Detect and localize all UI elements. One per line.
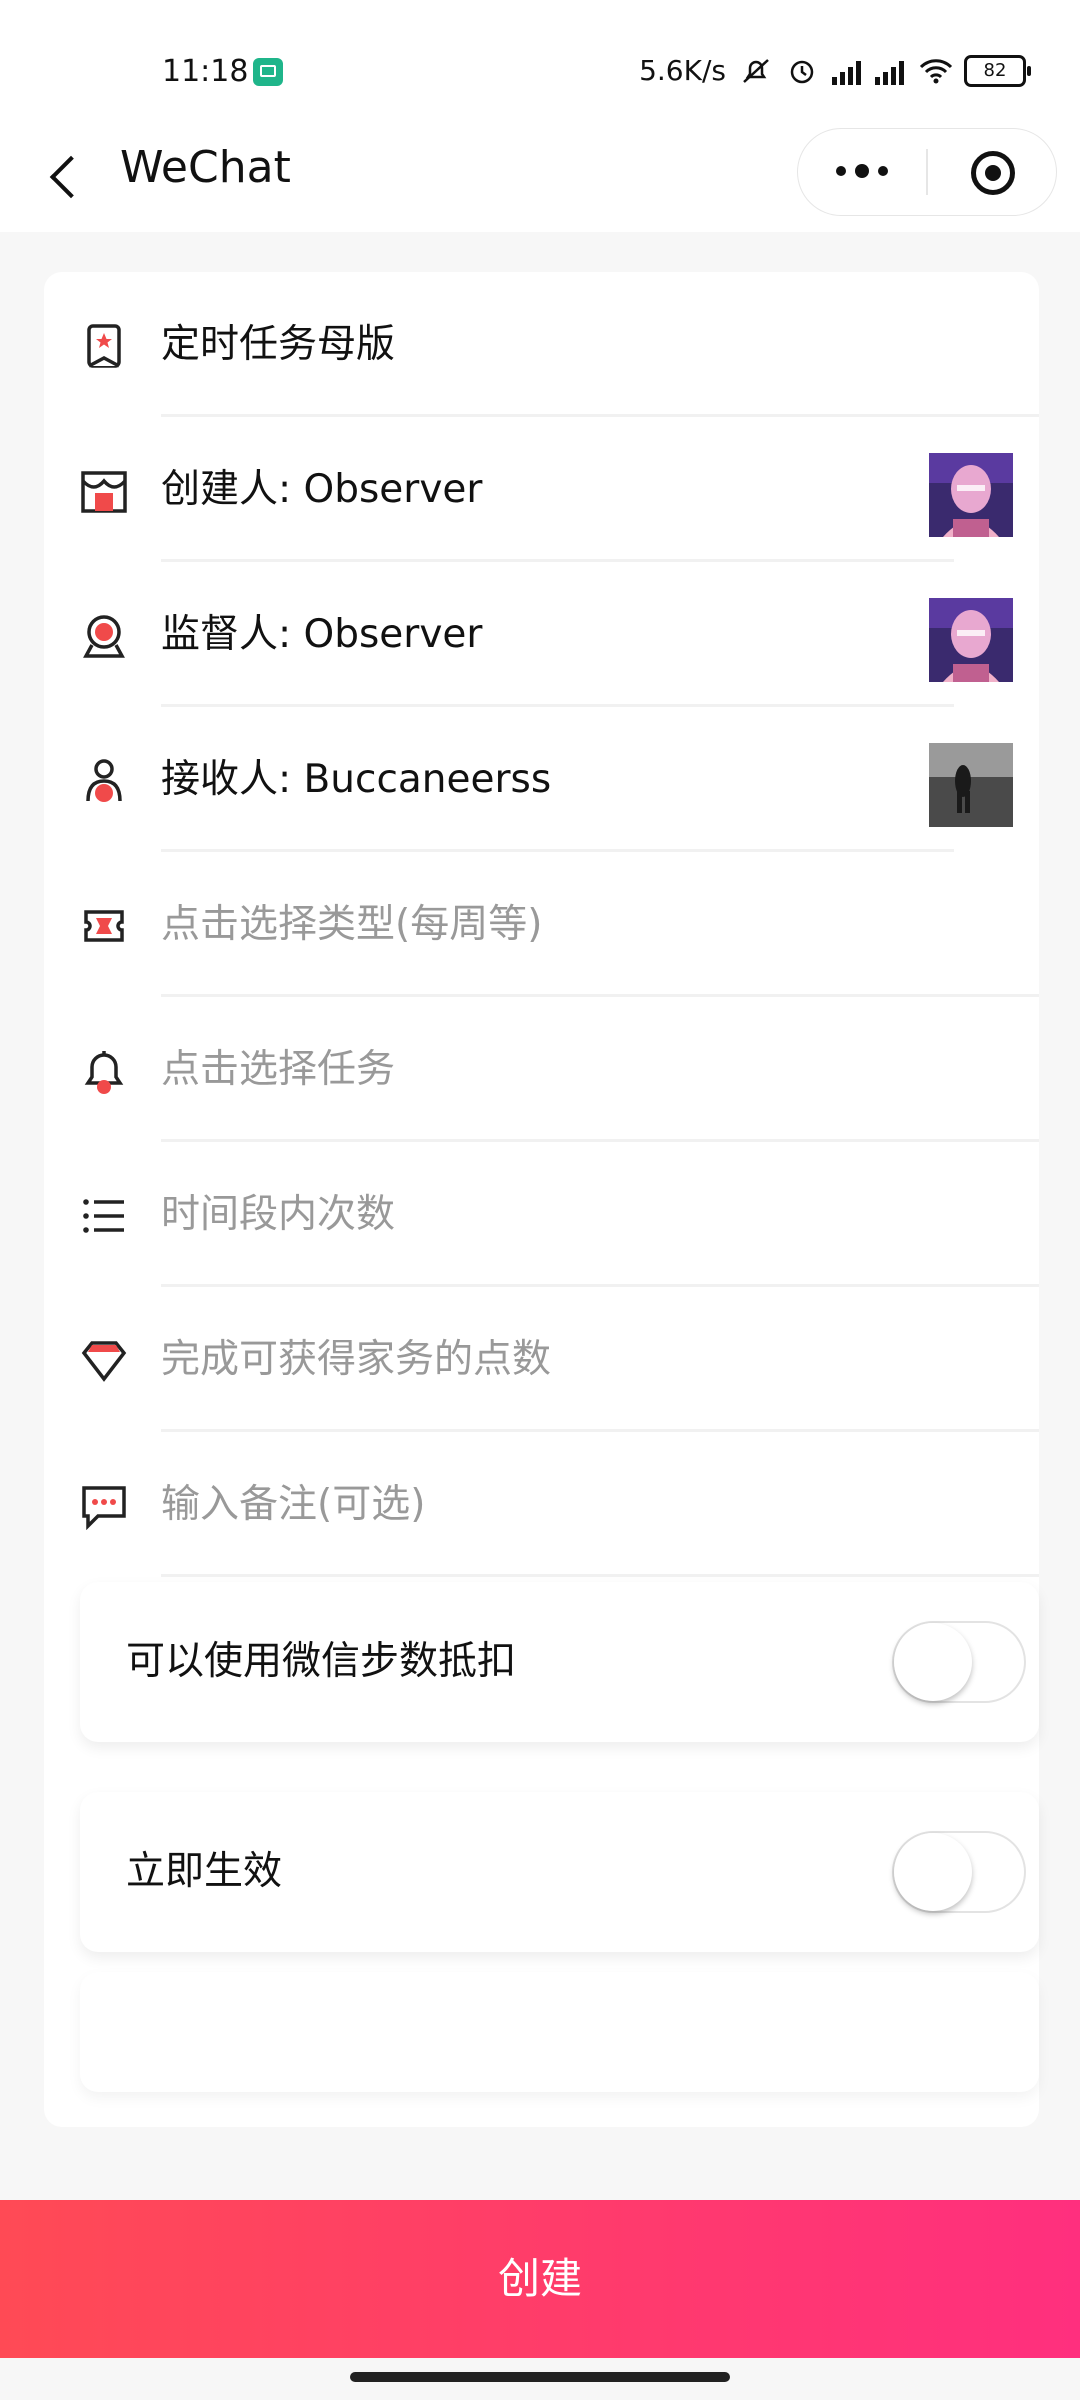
immediate-effect-switch[interactable] bbox=[892, 1831, 1026, 1913]
task-form-card: 定时任务母版 创建人: Observer 监督人: Observer 接收人: … bbox=[44, 272, 1039, 2127]
count-placeholder: 时间段内次数 bbox=[161, 1192, 396, 1237]
bookmark-star-icon bbox=[80, 322, 128, 370]
book-app-icon bbox=[253, 58, 283, 86]
task-row[interactable]: 点击选择任务 bbox=[44, 997, 1039, 1142]
ticket-icon bbox=[80, 902, 128, 950]
status-indicators: 5.6K/s 82 bbox=[639, 54, 1031, 87]
points-placeholder: 完成可获得家务的点数 bbox=[161, 1337, 552, 1382]
supervisor-row[interactable]: 监督人: Observer bbox=[44, 562, 1039, 707]
receiver-label: 接收人: Buccaneerss bbox=[161, 757, 552, 802]
receiver-avatar bbox=[929, 743, 1013, 827]
empty-card bbox=[80, 1972, 1039, 2092]
type-placeholder: 点击选择类型(每周等) bbox=[161, 902, 543, 947]
template-label: 定时任务母版 bbox=[161, 322, 396, 367]
mute-bell-icon bbox=[740, 57, 772, 85]
divider bbox=[161, 1574, 1039, 1577]
remark-row[interactable]: 输入备注(可选) bbox=[44, 1432, 1039, 1577]
nav-bar: WeChat bbox=[0, 120, 1080, 232]
count-row[interactable]: 时间段内次数 bbox=[44, 1142, 1039, 1287]
alarm-icon bbox=[786, 57, 818, 85]
receiver-row[interactable]: 接收人: Buccaneerss bbox=[44, 707, 1039, 852]
type-row[interactable]: 点击选择类型(每周等) bbox=[44, 852, 1039, 997]
creator-row[interactable]: 创建人: Observer bbox=[44, 417, 1039, 562]
status-time: 11:18 bbox=[162, 54, 249, 89]
home-indicator[interactable] bbox=[350, 2372, 730, 2382]
page-title: WeChat bbox=[120, 142, 291, 193]
bell-icon bbox=[80, 1047, 128, 1095]
diamond-icon bbox=[80, 1337, 128, 1385]
template-row[interactable]: 定时任务母版 bbox=[44, 272, 1039, 417]
remark-placeholder: 输入备注(可选) bbox=[161, 1482, 426, 1527]
wechat-steps-switch[interactable] bbox=[892, 1621, 1026, 1703]
create-button[interactable]: 创建 bbox=[0, 2200, 1080, 2358]
creator-label: 创建人: Observer bbox=[161, 467, 483, 512]
points-row[interactable]: 完成可获得家务的点数 bbox=[44, 1287, 1039, 1432]
battery-icon: 82 bbox=[964, 54, 1031, 87]
list-icon bbox=[80, 1192, 128, 1240]
wechat-steps-toggle-card: 可以使用微信步数抵扣 bbox=[80, 1582, 1039, 1742]
wechat-steps-label: 可以使用微信步数抵扣 bbox=[126, 1639, 517, 1684]
signal-icon bbox=[832, 57, 861, 85]
status-bar: 11:18 5.6K/s 82 bbox=[0, 0, 1080, 120]
network-speed: 5.6K/s bbox=[639, 54, 726, 87]
task-placeholder: 点击选择任务 bbox=[161, 1047, 396, 1092]
more-icon[interactable] bbox=[798, 129, 926, 215]
wifi-icon bbox=[918, 57, 953, 85]
immediate-effect-label: 立即生效 bbox=[126, 1849, 283, 1894]
supervisor-avatar bbox=[929, 598, 1013, 682]
store-icon bbox=[80, 467, 128, 515]
back-arrow-icon[interactable] bbox=[42, 146, 92, 206]
signal-icon-2 bbox=[875, 57, 904, 85]
close-target-icon[interactable] bbox=[928, 129, 1056, 215]
comment-icon bbox=[80, 1482, 128, 1531]
immediate-effect-toggle-card: 立即生效 bbox=[80, 1792, 1039, 1952]
person-icon bbox=[80, 757, 128, 805]
supervisor-label: 监督人: Observer bbox=[161, 612, 483, 657]
mini-program-capsule bbox=[797, 128, 1057, 216]
creator-avatar bbox=[929, 453, 1013, 537]
supervisor-icon bbox=[80, 612, 128, 660]
